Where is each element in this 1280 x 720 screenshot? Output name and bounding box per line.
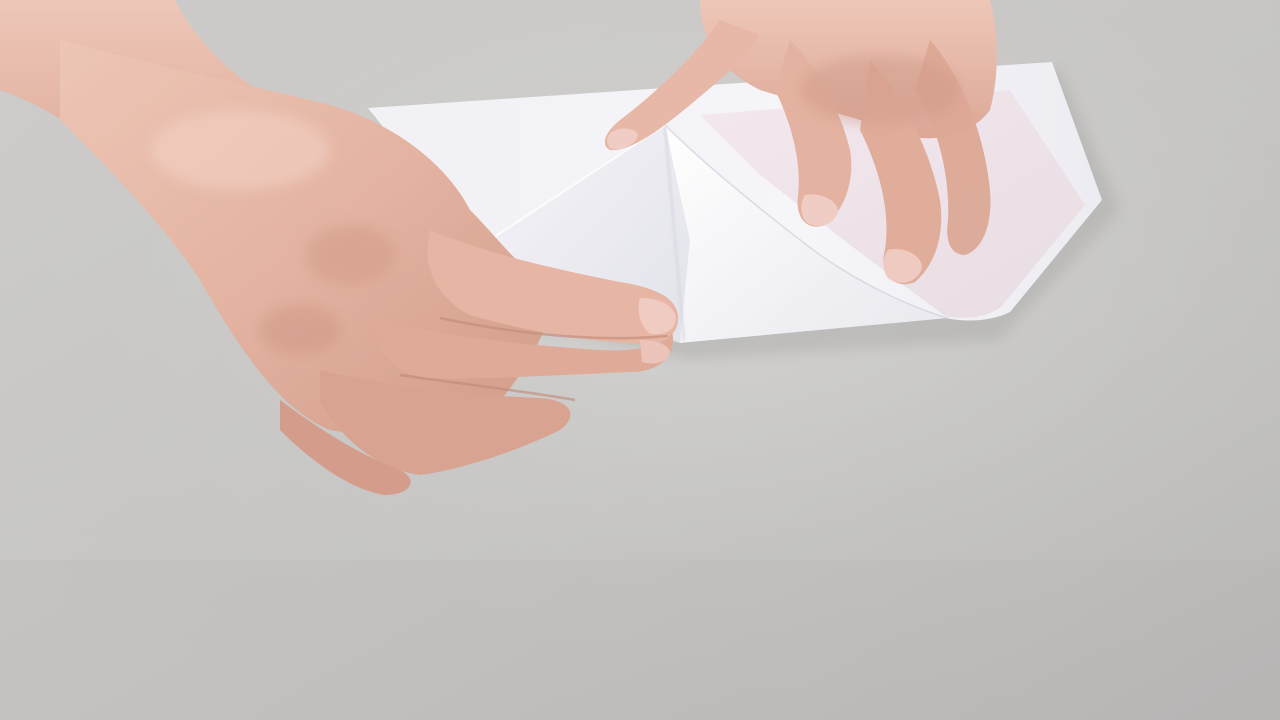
photo-scene	[0, 0, 1280, 720]
left-hand-highlight	[150, 110, 330, 190]
left-knuckle-shade-2	[260, 305, 340, 355]
left-knuckle-shade	[305, 225, 395, 285]
table-vignette	[0, 560, 1280, 720]
right-hand-shade	[800, 55, 960, 125]
scene-canvas	[0, 0, 1280, 720]
